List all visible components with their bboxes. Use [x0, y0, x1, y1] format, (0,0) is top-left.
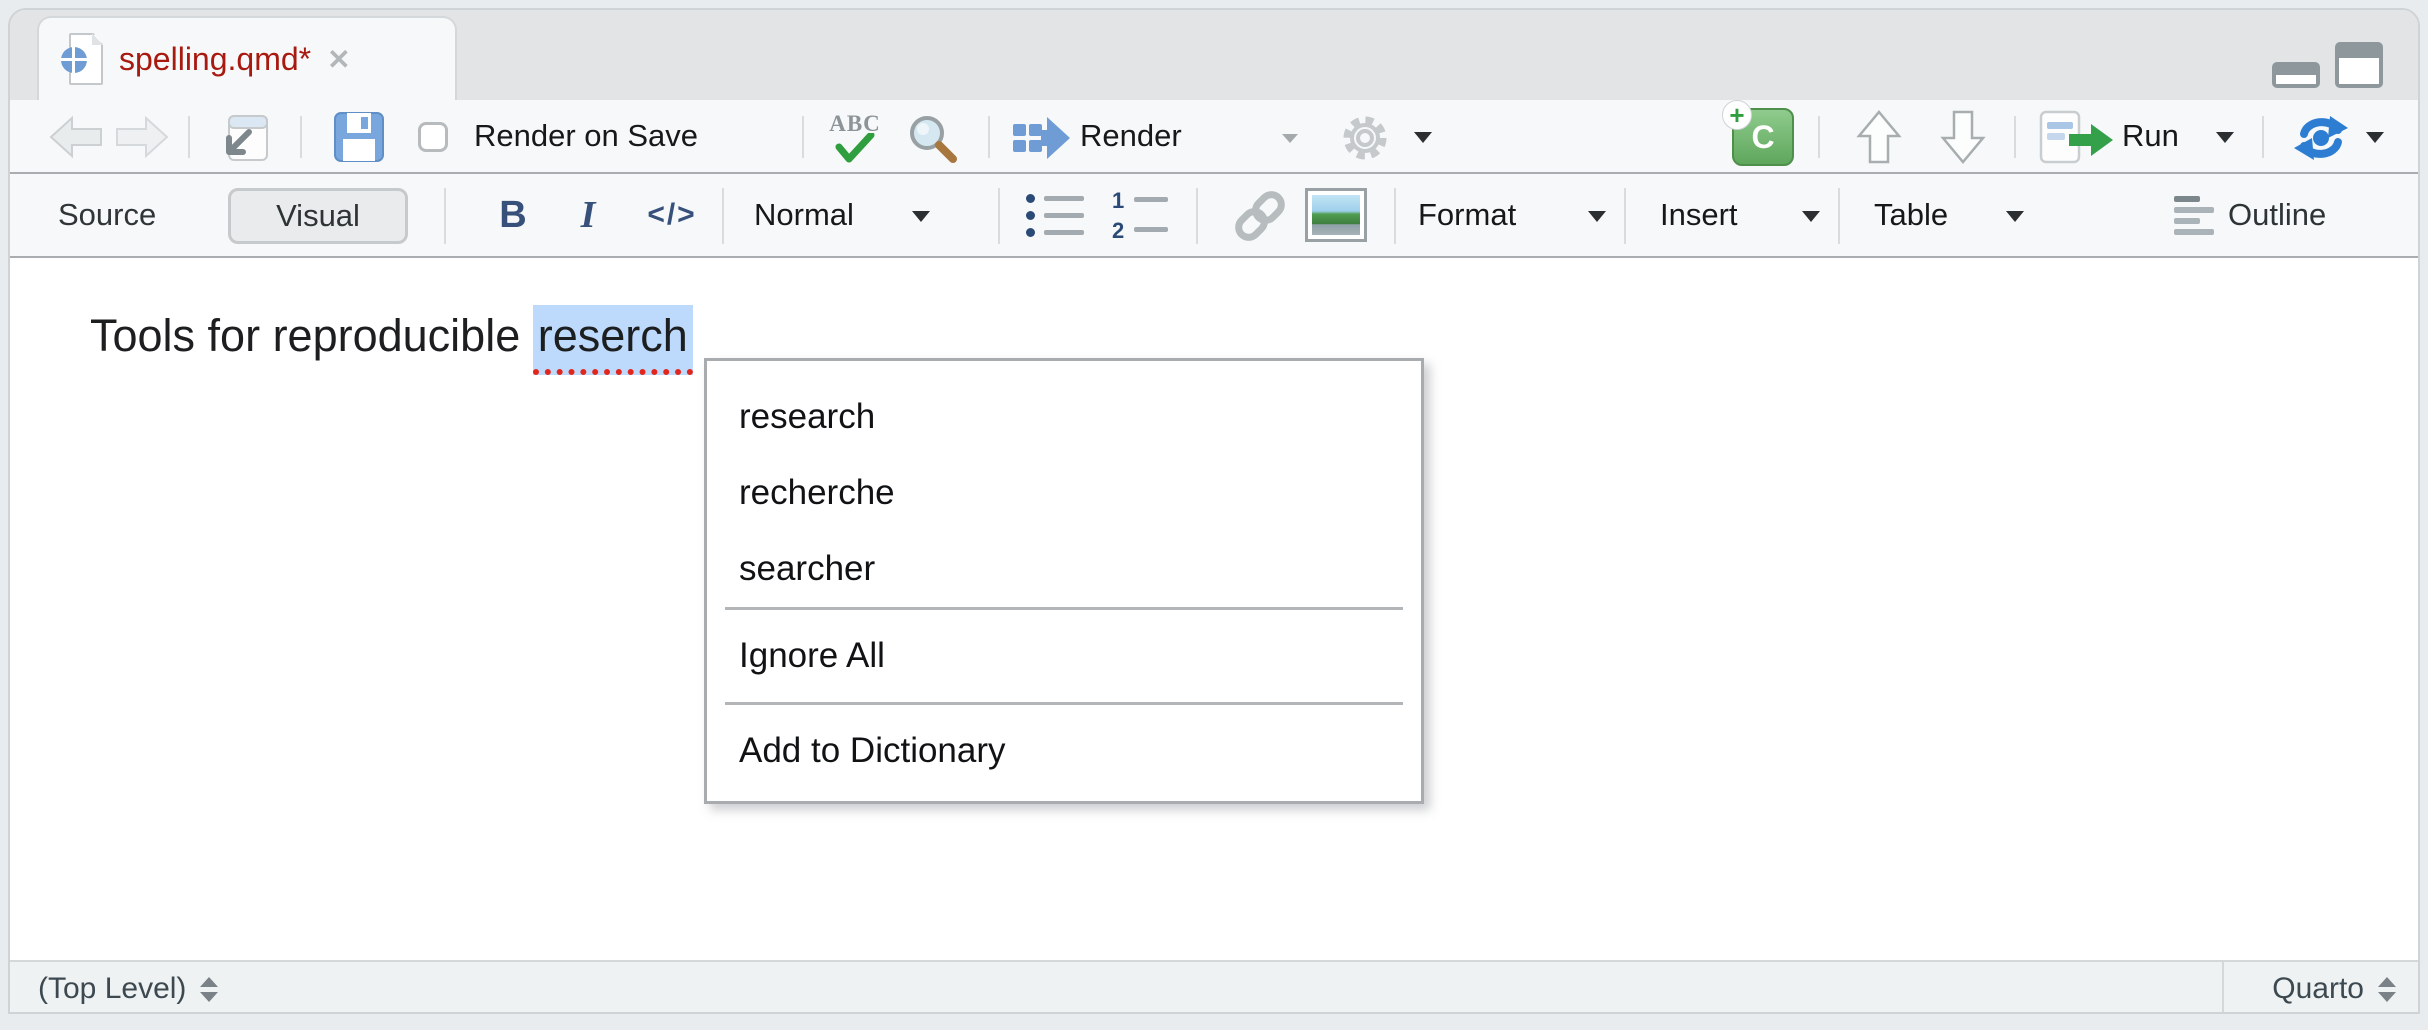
jump-down-icon[interactable] [1938, 109, 1988, 165]
rerun-icon[interactable] [2288, 113, 2354, 163]
insert-caret-icon[interactable] [1802, 211, 1820, 222]
save-icon[interactable] [332, 111, 386, 163]
image-icon[interactable] [1304, 187, 1368, 243]
search-icon[interactable] [904, 112, 960, 166]
mode-label: Quarto [2272, 972, 2364, 1006]
plus-badge-icon: + [1722, 100, 1752, 130]
spelling-context-menu: research recherche searcher Ignore All A… [704, 358, 1424, 804]
gear-icon[interactable] [1338, 112, 1392, 164]
status-bar: (Top Level) Quarto [10, 960, 2418, 1014]
numbered-list-icon[interactable]: 1 2 [1108, 188, 1172, 244]
tab-spelling-qmd[interactable]: spelling.qmd* ✕ [37, 16, 457, 100]
scope-selector[interactable]: (Top Level) [10, 972, 218, 1006]
gear-dropdown-icon[interactable] [1414, 132, 1432, 143]
source-mode-button[interactable]: Source [58, 174, 156, 256]
editor-paragraph[interactable]: Tools for reproducible reserch [90, 310, 693, 362]
back-icon[interactable] [44, 112, 108, 162]
tab-title: spelling.qmd* [119, 41, 311, 78]
scope-spinner-icon[interactable] [200, 977, 218, 1002]
mode-selector[interactable]: Quarto [2222, 962, 2418, 1014]
italic-button[interactable]: I [568, 174, 608, 256]
format-menu[interactable]: Format [1418, 174, 1516, 256]
run-icon[interactable] [2038, 110, 2116, 164]
editor-window: spelling.qmd* ✕ [8, 8, 2420, 1014]
render-dropdown-icon[interactable] [1282, 134, 1298, 143]
bold-button[interactable]: B [488, 174, 538, 256]
insert-chunk-icon[interactable]: C + [1732, 108, 1794, 166]
ignore-all-item[interactable]: Ignore All [707, 610, 1421, 702]
insert-menu[interactable]: Insert [1660, 174, 1738, 256]
tab-bar: spelling.qmd* ✕ [10, 10, 2418, 100]
link-icon[interactable] [1228, 188, 1292, 244]
tab-close-icon[interactable]: ✕ [327, 43, 350, 76]
main-toolbar: Render on Save ABC Render [10, 100, 2418, 174]
paragraph-style-caret-icon[interactable] [912, 211, 930, 222]
render-on-save-label: Render on Save [474, 100, 698, 172]
bullet-list-icon[interactable] [1024, 190, 1086, 242]
misspelled-word[interactable]: reserch [533, 305, 693, 375]
table-menu[interactable]: Table [1874, 174, 1948, 256]
render-icon[interactable] [1010, 114, 1072, 162]
jump-up-icon[interactable] [1854, 109, 1904, 165]
outline-icon[interactable] [2174, 196, 2218, 236]
render-on-save-checkbox[interactable] [418, 122, 448, 152]
add-to-dictionary-item[interactable]: Add to Dictionary [707, 705, 1421, 797]
suggestion-research[interactable]: research [707, 379, 1421, 455]
suggestion-recherche[interactable]: recherche [707, 455, 1421, 531]
editor-text: Tools for reproducible [90, 310, 533, 361]
spellcheck-icon[interactable]: ABC [820, 106, 890, 168]
maximize-icon[interactable] [2335, 42, 2383, 88]
run-label[interactable]: Run [2122, 100, 2179, 172]
visual-mode-button[interactable]: Visual [228, 188, 408, 244]
code-button[interactable]: </> [632, 174, 712, 256]
open-in-window-icon[interactable] [216, 110, 274, 166]
run-dropdown-icon[interactable] [2216, 132, 2234, 143]
rerun-dropdown-icon[interactable] [2366, 132, 2384, 143]
suggestion-searcher[interactable]: searcher [707, 531, 1421, 607]
table-caret-icon[interactable] [2006, 211, 2024, 222]
outline-toggle[interactable]: Outline [2228, 174, 2326, 256]
forward-icon[interactable] [110, 112, 174, 162]
minimize-icon[interactable] [2272, 62, 2320, 88]
format-caret-icon[interactable] [1588, 211, 1606, 222]
scope-label: (Top Level) [38, 972, 186, 1006]
quarto-document-icon [61, 33, 103, 85]
format-toolbar: Source Visual B I </> Normal 1 2 [10, 174, 2418, 258]
mode-spinner-icon[interactable] [2378, 977, 2396, 1002]
render-label[interactable]: Render [1080, 100, 1182, 172]
paragraph-style-dropdown[interactable]: Normal [754, 174, 854, 256]
